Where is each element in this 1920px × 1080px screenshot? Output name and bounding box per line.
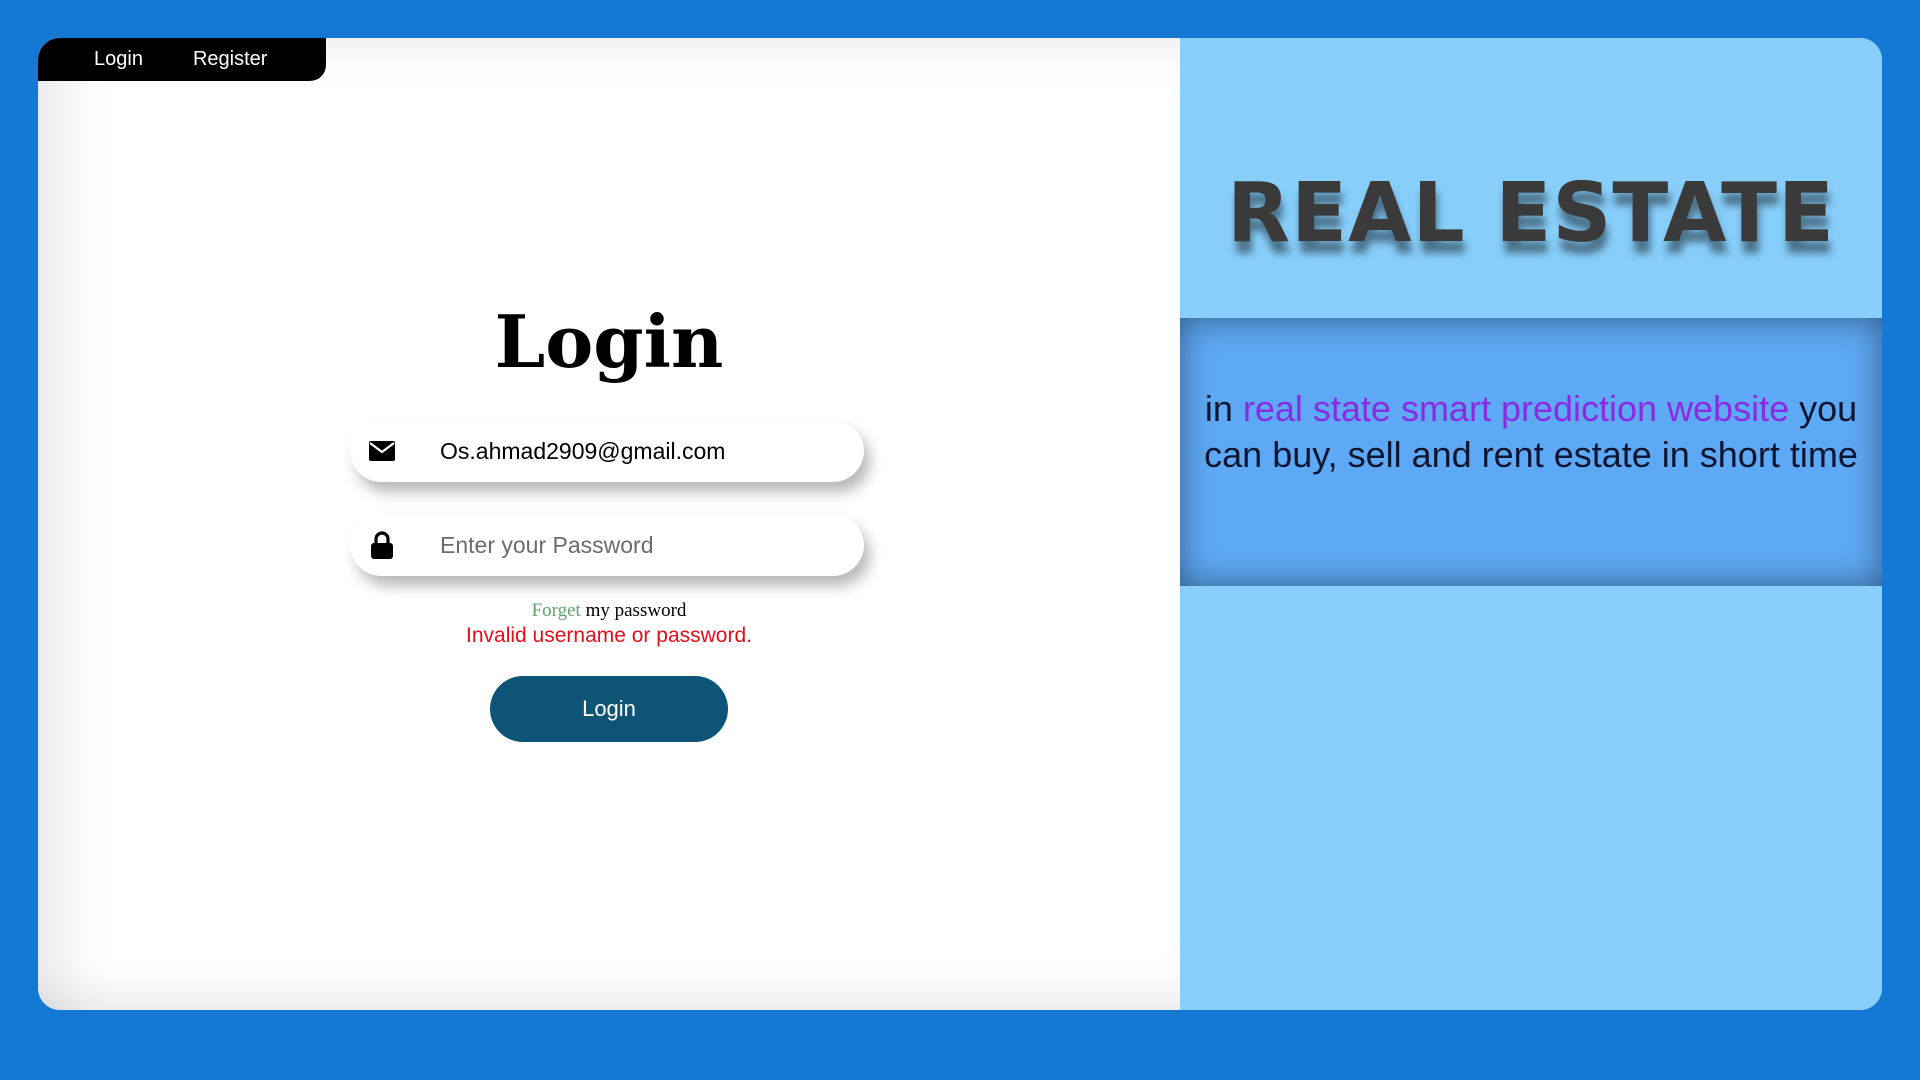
brand-title: REAL ESTATE xyxy=(1226,166,1836,261)
email-field[interactable] xyxy=(350,420,864,482)
login-title: Login xyxy=(494,299,724,384)
tagline-prefix: in xyxy=(1204,388,1243,429)
nav-register-link[interactable]: Register xyxy=(193,48,267,71)
forgot-password-text: my password xyxy=(580,600,687,621)
login-button[interactable]: Login xyxy=(490,676,728,742)
password-field[interactable] xyxy=(350,514,864,576)
tagline: in real state smart prediction website y… xyxy=(1196,386,1866,478)
forgot-password-line: Forget my password xyxy=(38,600,1180,622)
top-nav: Login Register xyxy=(38,38,326,81)
lock-icon xyxy=(366,529,398,561)
tagline-highlight: real state smart prediction website xyxy=(1242,388,1790,429)
main-card: Login Register Login Forget xyxy=(38,38,1882,1010)
tagline-box: in real state smart prediction website y… xyxy=(1180,318,1882,586)
nav-login-link[interactable]: Login xyxy=(94,48,143,71)
password-input[interactable] xyxy=(438,530,842,560)
forgot-password-link[interactable]: Forget xyxy=(532,600,581,621)
error-message: Invalid username or password. xyxy=(466,624,752,647)
login-panel: Login Register Login Forget xyxy=(38,38,1180,1010)
brand-panel: REAL ESTATE in real state smart predicti… xyxy=(1180,38,1882,1010)
email-input[interactable] xyxy=(438,436,842,466)
envelope-icon xyxy=(366,435,398,467)
